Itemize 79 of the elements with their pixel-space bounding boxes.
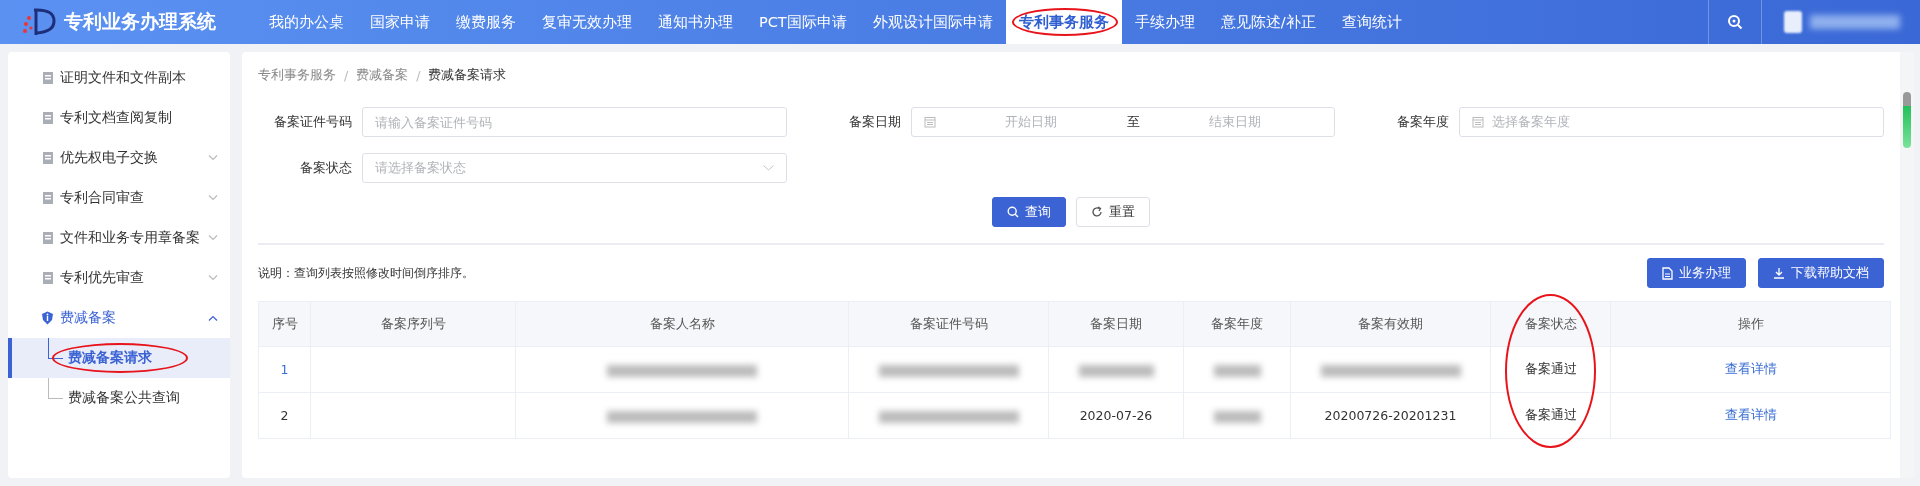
year-placeholder: 选择备案年度 [1492, 113, 1571, 131]
column-header: 备案状态 [1524, 315, 1577, 331]
chevron-down-icon [762, 165, 774, 171]
nav-tab[interactable]: 外观设计国际申请 [859, 0, 1006, 44]
select-placeholder: 请选择备案状态 [375, 159, 467, 177]
search-button[interactable]: 查询 [992, 197, 1066, 227]
link[interactable]: 查看详情 [1724, 407, 1777, 422]
action-button[interactable]: 业务办理 [1647, 258, 1746, 288]
avatar-placeholder[interactable] [1784, 11, 1802, 33]
nav-tab[interactable]: PCT国际申请 [746, 0, 860, 44]
column-header: 备案有效期 [1358, 315, 1423, 331]
download-button[interactable]: 下载帮助文档 [1758, 258, 1884, 288]
column-header: 备案人名称 [649, 315, 715, 331]
field-label: 备案状态 [299, 159, 352, 177]
nav-tab[interactable]: 复审无效办理 [529, 0, 645, 44]
input-field[interactable]: 请输入备案证件号码 [362, 107, 787, 137]
document-icon [41, 191, 54, 205]
nav-tab[interactable]: 手续办理 [1121, 0, 1208, 44]
refresh-icon [1091, 206, 1103, 218]
download-icon [1773, 267, 1785, 279]
document-icon [41, 71, 54, 85]
field-label: 备案年度 [1396, 113, 1450, 131]
column-header: 备案证件号码 [909, 315, 988, 331]
table-cell: 20200726-20201231 [1324, 408, 1457, 423]
list-note: 说明：查询列表按照修改时间倒序排序。 [258, 264, 474, 282]
document-icon [41, 271, 54, 285]
document-icon [1662, 266, 1673, 280]
start-date-placeholder: 开始日期 [1004, 113, 1059, 131]
sidebar-item[interactable]: 证明文件和文件副本 [8, 58, 230, 98]
document-icon [41, 231, 54, 245]
column-header: 备案日期 [1090, 315, 1142, 331]
sidebar-item[interactable]: 专利优先审查 [8, 258, 230, 298]
blurred-cell [1213, 364, 1261, 377]
nav-tab[interactable]: 查询统计 [1328, 0, 1415, 44]
breadcrumb-separator: / [344, 67, 349, 83]
date-range-field[interactable]: 开始日期 至 结束日期 [910, 107, 1336, 137]
link[interactable]: 查看详情 [1724, 361, 1777, 376]
column-header: 序号 [271, 315, 298, 331]
nav-tab[interactable]: 国家申请 [357, 0, 443, 44]
document-icon [41, 111, 54, 125]
sidebar-subitem[interactable]: 费减备案请求 [8, 338, 230, 378]
shield-icon [41, 311, 54, 325]
scrollbar[interactable] [1900, 52, 1914, 478]
column-header: 备案年度 [1211, 315, 1263, 331]
nav-tab[interactable]: 意见陈述/补正 [1207, 0, 1329, 44]
table-cell: 备案通过 [1524, 361, 1577, 376]
reset-button[interactable]: 重置 [1076, 197, 1150, 227]
calendar-icon [1472, 116, 1485, 128]
field-label: 备案日期 [847, 113, 901, 131]
range-separator: 至 [1126, 113, 1140, 131]
table-cell: 备案通过 [1524, 407, 1577, 422]
sidebar-item[interactable]: 费减备案 [8, 298, 230, 338]
sidebar-item[interactable]: 专利合同审查 [8, 178, 230, 218]
breadcrumb-item[interactable]: 专利事务服务 [258, 66, 336, 84]
sidebar-subitem[interactable]: 费减备案公共查询 [8, 378, 230, 418]
calendar-icon [923, 116, 936, 128]
table-cell: 2020-07-26 [1079, 408, 1153, 423]
end-date-placeholder: 结束日期 [1207, 113, 1262, 131]
breadcrumb-item[interactable]: 费减备案 [356, 66, 409, 84]
breadcrumb-separator: / [416, 67, 421, 83]
blurred-cell [1213, 410, 1261, 423]
nav-tab[interactable]: 通知书办理 [645, 0, 746, 44]
nav-tab[interactable]: 缴费服务 [443, 0, 529, 44]
breadcrumb-item: 费减备案请求 [428, 66, 507, 84]
nav-tab[interactable]: 专利事务服务 [1005, 0, 1122, 44]
logo-icon [20, 7, 56, 37]
table-cell: 2 [280, 408, 289, 423]
sidebar-item[interactable]: 专利文档查阅复制 [8, 98, 230, 138]
sidebar-item[interactable]: 优先权电子交换 [8, 138, 230, 178]
link[interactable]: 1 [280, 362, 289, 377]
column-header: 备案序列号 [380, 315, 446, 331]
search-icon [1007, 206, 1019, 218]
column-header: 操作 [1737, 315, 1764, 331]
search-icon[interactable] [1727, 14, 1743, 30]
sidebar-item[interactable]: 文件和业务专用章备案 [8, 218, 230, 258]
nav-tab[interactable]: 我的办公桌 [256, 0, 357, 44]
field-label: 备案证件号码 [273, 113, 352, 131]
document-icon [41, 151, 54, 165]
app-title: 专利业务办理系统 [64, 9, 216, 34]
